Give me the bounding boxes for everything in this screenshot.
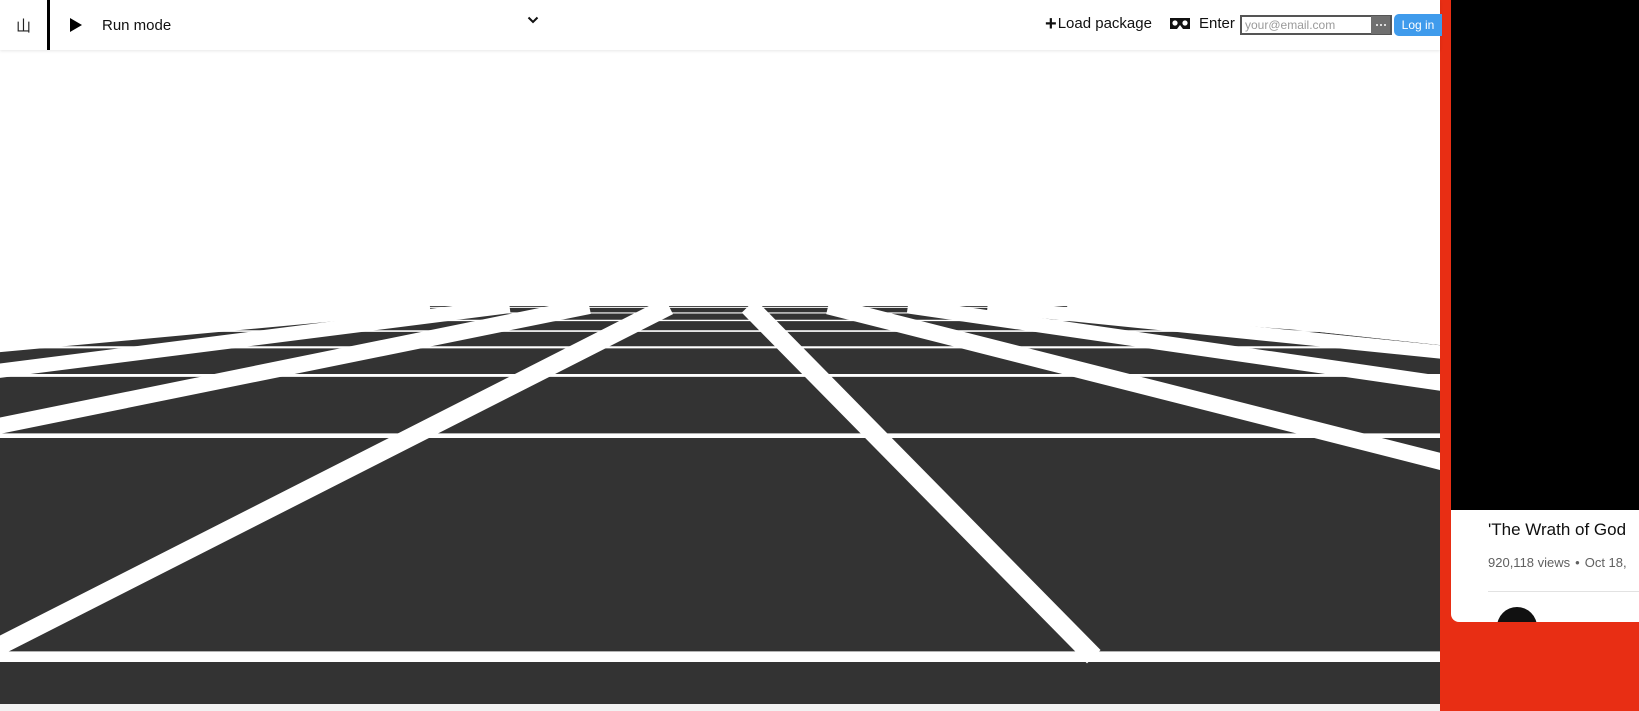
top-toolbar: 山 Run mode + Load package Enter Log in (0, 0, 1442, 50)
email-field[interactable] (1240, 15, 1390, 35)
video-side-panel: 'The Wrath of God 920,118 views • Oct 18, (1440, 0, 1639, 711)
floor-grid (0, 0, 1440, 711)
play-icon (70, 18, 82, 32)
3d-viewport[interactable] (0, 0, 1440, 711)
plus-icon: + (1045, 12, 1057, 35)
video-meta: 920,118 views • Oct 18, (1488, 555, 1627, 570)
floor-plane (0, 306, 1440, 711)
load-package-button[interactable]: + Load package (1045, 12, 1152, 35)
mode-selector[interactable]: Run mode (70, 13, 171, 37)
avatar[interactable] (1497, 607, 1537, 622)
app-logo[interactable]: 山 (0, 0, 50, 50)
password-manager-icon[interactable] (1371, 16, 1390, 34)
email-field-edge (1390, 15, 1392, 35)
enter-label: Enter (1199, 15, 1235, 32)
video-date: Oct 18, (1584, 555, 1627, 570)
video-views: 920,118 views (1488, 555, 1571, 570)
login-button[interactable]: Log in (1394, 14, 1442, 36)
video-card: 'The Wrath of God 920,118 views • Oct 18, (1451, 0, 1639, 622)
video-player[interactable] (1451, 0, 1639, 510)
vr-goggles-icon (1170, 18, 1190, 29)
enter-vr-button[interactable]: Enter (1169, 15, 1235, 32)
mode-label: Run mode (102, 16, 172, 34)
viewport-bottom-edge (0, 704, 1440, 711)
video-title[interactable]: 'The Wrath of God (1488, 520, 1626, 540)
logo-glyph: 山 (15, 17, 31, 35)
chevron-down-icon[interactable] (527, 14, 539, 26)
divider (1488, 591, 1639, 592)
meta-separator: • (1575, 555, 1580, 570)
load-package-label: Load package (1057, 15, 1152, 32)
